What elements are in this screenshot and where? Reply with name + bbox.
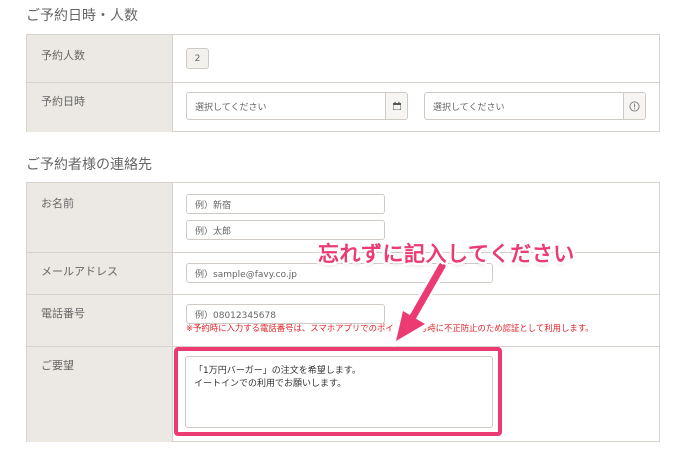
first-name-placeholder: 例）太郎	[195, 226, 232, 237]
info-button[interactable]	[623, 93, 645, 119]
date-input[interactable]: 選択してください	[186, 92, 408, 120]
callout-text: 忘れずに記入してください	[318, 242, 575, 266]
date-placeholder: 選択してください	[195, 102, 267, 113]
time-input[interactable]: 選択してください	[424, 92, 646, 120]
calendar-icon	[392, 101, 401, 110]
email-label: メールアドレス	[41, 265, 118, 278]
email-placeholder: 例）sample@favy.co.jp	[195, 269, 298, 280]
row-people: 予約人数 2	[27, 35, 659, 83]
time-placeholder: 選択してください	[433, 102, 505, 113]
date-label: 予約日時	[41, 95, 85, 108]
request-label: ご要望	[41, 359, 74, 372]
phone-label: 電話番号	[41, 307, 85, 320]
info-icon	[629, 100, 640, 112]
people-value: 2	[194, 53, 201, 64]
people-select[interactable]: 2	[186, 48, 209, 69]
calendar-button[interactable]	[385, 93, 407, 119]
row-phone: 電話番号 例）08012345678	[27, 295, 659, 347]
section-title-datetime: ご予約日時・人数	[26, 8, 138, 24]
last-name-placeholder: 例）新宿	[195, 200, 232, 211]
highlight-box	[174, 347, 502, 436]
label-cell: お名前	[27, 183, 173, 252]
label-cell: 予約人数	[27, 35, 173, 82]
reservation-table: 予約人数 2 予約日時 選択してください 選択してください	[26, 34, 660, 132]
label-cell: メールアドレス	[27, 253, 173, 294]
name-label: お名前	[41, 197, 74, 210]
phone-placeholder: 例）08012345678	[195, 310, 276, 321]
people-label: 予約人数	[41, 49, 85, 62]
row-date: 予約日時 選択してください 選択してください	[27, 83, 659, 132]
arrow-annotation	[391, 262, 448, 347]
label-cell: 予約日時	[27, 83, 173, 132]
label-cell: 電話番号	[27, 295, 173, 346]
phone-input[interactable]: 例）08012345678	[186, 304, 385, 324]
last-name-input[interactable]: 例）新宿	[186, 194, 385, 214]
section-title-contact: ご予約者様の連絡先	[26, 157, 152, 173]
label-cell: ご要望	[27, 347, 173, 442]
first-name-input[interactable]: 例）太郎	[186, 220, 385, 240]
